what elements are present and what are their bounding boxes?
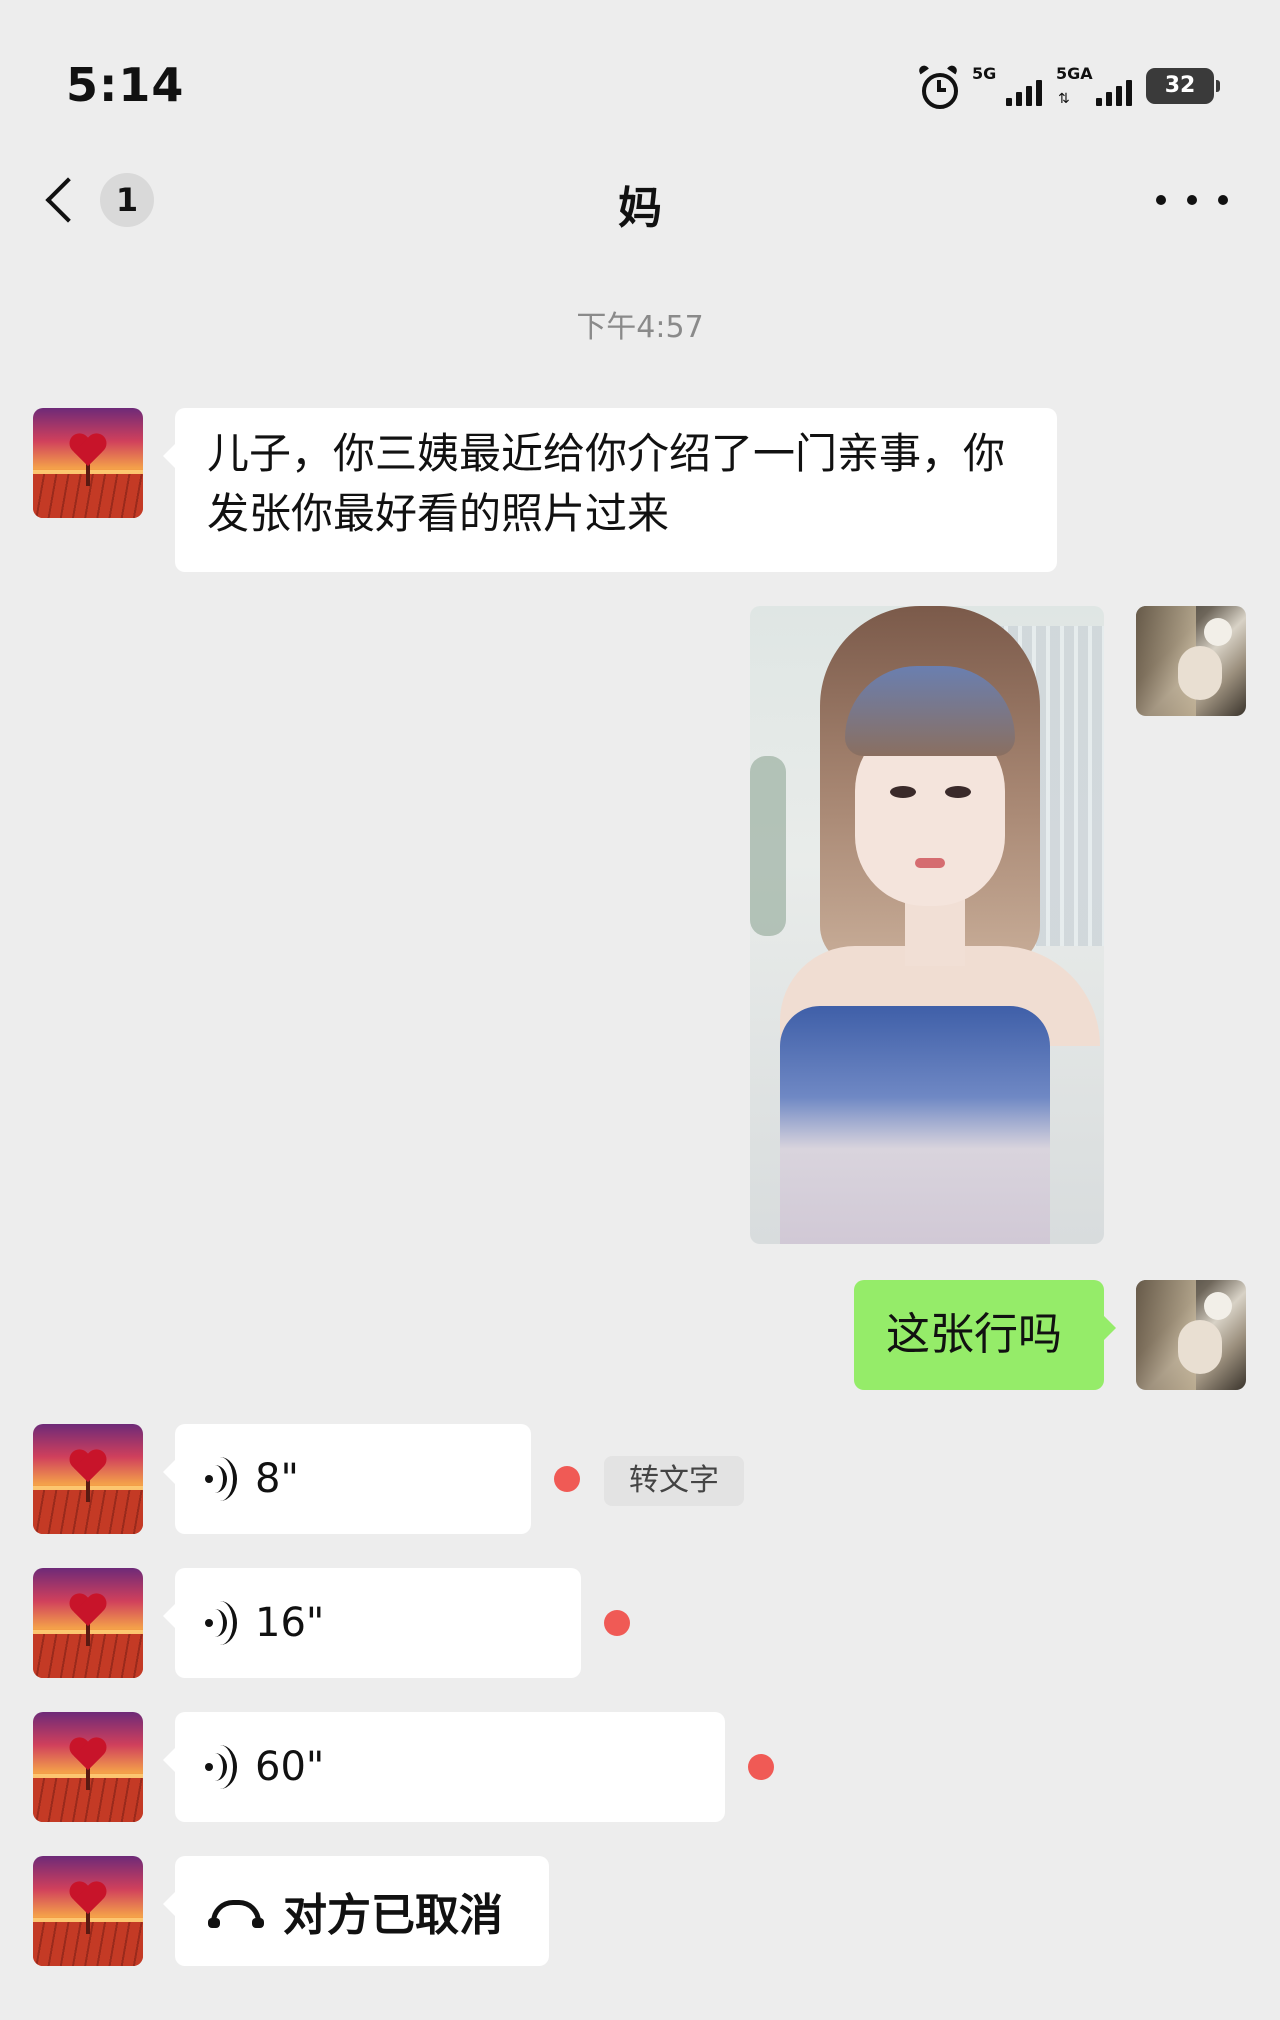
voice-message[interactable]: 16" xyxy=(163,1568,581,1678)
contact-avatar[interactable] xyxy=(33,1424,143,1534)
voice-duration: 60" xyxy=(255,1744,325,1790)
voice-icon xyxy=(201,1457,241,1501)
signal-icon: 5G xyxy=(972,64,1042,108)
network-label-1: 5G xyxy=(972,64,997,83)
voice-icon xyxy=(201,1601,241,1645)
phone-hangup-icon xyxy=(208,1900,264,1928)
voice-duration: 8" xyxy=(255,1456,299,1502)
contact-avatar[interactable] xyxy=(33,1856,143,1966)
my-avatar[interactable] xyxy=(1136,1280,1246,1390)
transcribe-button[interactable]: 转文字 xyxy=(604,1456,744,1506)
incoming-text-message[interactable]: 儿子，你三姨最近给你介绍了一门亲事，你发张你最好看的照片过来 xyxy=(163,408,1057,572)
heart-icon xyxy=(70,1594,106,1630)
sent-photo[interactable] xyxy=(750,606,1104,1244)
voice-message[interactable]: 8" xyxy=(163,1424,531,1534)
heart-icon xyxy=(70,434,106,470)
message-text: 儿子，你三姨最近给你介绍了一门亲事，你发张你最好看的照片过来 xyxy=(207,429,1006,538)
message-timestamp: 下午4:57 xyxy=(576,310,704,345)
status-time: 5:14 xyxy=(66,58,185,112)
unread-dot xyxy=(604,1610,630,1636)
message-text: 这张行吗 xyxy=(886,1309,1062,1360)
unread-dot xyxy=(554,1466,580,1492)
call-status-text: 对方已取消 xyxy=(283,1890,503,1941)
unread-dot xyxy=(748,1754,774,1780)
status-icons: 5G 5GA ⇅ 32 xyxy=(917,60,1220,112)
chat-title: 妈 xyxy=(618,183,662,234)
contact-avatar[interactable] xyxy=(33,1712,143,1822)
chat-screen: 5:14 5G 5GA ⇅ 32 1 妈 下午4:57 儿子，你三姨最近给你介绍… xyxy=(0,0,1280,2020)
voice-message[interactable]: 60" xyxy=(163,1712,725,1822)
call-record-message[interactable]: 对方已取消 xyxy=(163,1856,549,1966)
heart-icon xyxy=(70,1450,106,1486)
signal-icon: 5GA ⇅ xyxy=(1056,64,1132,108)
status-bar: 5:14 5G 5GA ⇅ 32 xyxy=(0,0,1280,170)
battery-icon: 32 xyxy=(1146,68,1220,104)
voice-icon xyxy=(201,1745,241,1789)
my-avatar[interactable] xyxy=(1136,606,1246,716)
alarm-icon xyxy=(917,63,959,109)
network-label-2: 5GA xyxy=(1056,64,1093,83)
voice-duration: 16" xyxy=(255,1600,325,1646)
more-icon[interactable] xyxy=(1156,188,1228,212)
nav-bar: 1 妈 xyxy=(0,150,1280,250)
heart-icon xyxy=(70,1882,106,1918)
contact-avatar[interactable] xyxy=(33,1568,143,1678)
contact-avatar[interactable] xyxy=(33,408,143,518)
outgoing-text-message[interactable]: 这张行吗 xyxy=(854,1280,1116,1390)
heart-icon xyxy=(70,1738,106,1774)
